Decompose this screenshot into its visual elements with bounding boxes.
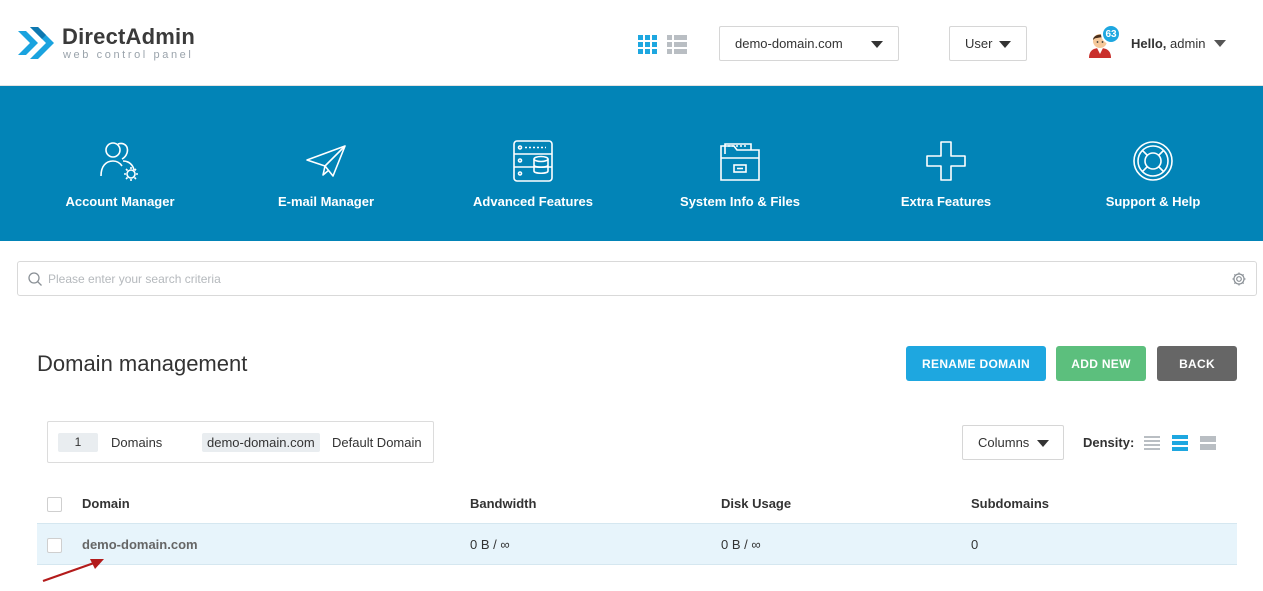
main-nav: Account Manager E-mail Manager Advanced … <box>0 86 1263 241</box>
column-header-bandwidth[interactable]: Bandwidth <box>470 496 536 511</box>
role-select[interactable]: User <box>949 26 1027 61</box>
default-domain-label: Default Domain <box>332 435 422 450</box>
nav-email-manager[interactable]: E-mail Manager <box>223 86 429 241</box>
columns-dropdown[interactable]: Columns <box>962 425 1064 460</box>
caret-down-icon <box>871 41 883 48</box>
caret-down-icon[interactable] <box>1214 40 1226 47</box>
paper-plane-icon <box>306 145 346 177</box>
nav-label: Support & Help <box>1105 194 1201 209</box>
back-button[interactable]: BACK <box>1157 346 1237 381</box>
nav-support-help[interactable]: Support & Help <box>1050 86 1256 241</box>
column-header-disk-usage[interactable]: Disk Usage <box>721 496 791 511</box>
user-menu[interactable]: Hello, admin <box>1131 36 1205 51</box>
logo[interactable]: DirectAdmin web control panel <box>16 22 226 66</box>
gear-icon[interactable] <box>1231 271 1247 287</box>
annotation-arrow-icon <box>42 559 104 583</box>
density-label: Density: <box>1083 435 1135 450</box>
nav-label: Account Manager <box>65 194 175 209</box>
page-title: Domain management <box>37 351 248 376</box>
search-input[interactable] <box>48 268 1228 290</box>
nav-label: System Info & Files <box>680 194 800 209</box>
bandwidth-cell: 0 B / ∞ <box>470 537 510 552</box>
logo-subtitle: web control panel <box>63 49 194 61</box>
rename-domain-button[interactable]: RENAME DOMAIN <box>906 346 1046 381</box>
density-comfortable-icon[interactable] <box>1200 435 1216 451</box>
disk-usage-cell: 0 B / ∞ <box>721 537 761 552</box>
domain-link[interactable]: demo-domain.com <box>82 537 198 552</box>
domain-count-label: Domains <box>111 435 163 450</box>
search-icon <box>28 272 42 286</box>
table-row[interactable] <box>37 523 1237 565</box>
directadmin-logo-icon <box>18 27 54 59</box>
default-domain-value: demo-domain.com <box>202 433 320 452</box>
nav-label: Advanced Features <box>473 194 593 209</box>
column-header-domain[interactable]: Domain <box>82 496 130 511</box>
domain-select[interactable]: demo-domain.com <box>719 26 899 61</box>
caret-down-icon <box>1037 440 1049 447</box>
nav-account-manager[interactable]: Account Manager <box>17 86 223 241</box>
greeting: Hello, <box>1131 36 1167 51</box>
lifebuoy-icon <box>1133 141 1173 181</box>
plus-icon <box>926 141 966 181</box>
columns-label: Columns <box>978 435 1030 450</box>
account-manager-icon <box>100 142 138 181</box>
search-bar <box>17 261 1257 296</box>
nav-label: E-mail Manager <box>277 194 375 209</box>
username: admin <box>1170 36 1206 51</box>
domain-summary: 1 Domains demo-domain.com Default Domain <box>47 421 434 463</box>
folder-icon <box>720 143 760 181</box>
nav-system-info[interactable]: System Info & Files <box>637 86 843 241</box>
server-icon <box>513 140 553 182</box>
nav-extra-features[interactable]: Extra Features <box>843 86 1049 241</box>
column-header-subdomains[interactable]: Subdomains <box>971 496 1049 511</box>
row-checkbox[interactable] <box>47 538 62 553</box>
select-all-checkbox[interactable] <box>47 497 62 512</box>
add-new-button[interactable]: ADD NEW <box>1056 346 1146 381</box>
caret-down-icon <box>999 41 1011 48</box>
role-select-value: User <box>965 36 993 51</box>
density-normal-icon[interactable] <box>1172 435 1188 451</box>
density-compact-icon[interactable] <box>1144 435 1160 451</box>
domain-count: 1 <box>58 433 98 452</box>
nav-label: Extra Features <box>900 194 992 209</box>
nav-advanced-features[interactable]: Advanced Features <box>430 86 636 241</box>
notification-badge[interactable]: 63 <box>1101 24 1121 44</box>
subdomains-cell: 0 <box>971 537 979 552</box>
logo-title: DirectAdmin <box>62 24 195 49</box>
grid-view-icon[interactable] <box>638 35 657 54</box>
domain-select-value: demo-domain.com <box>735 36 843 51</box>
top-bar: DirectAdmin web control panel demo-domai… <box>0 0 1263 86</box>
list-view-icon[interactable] <box>667 35 687 54</box>
